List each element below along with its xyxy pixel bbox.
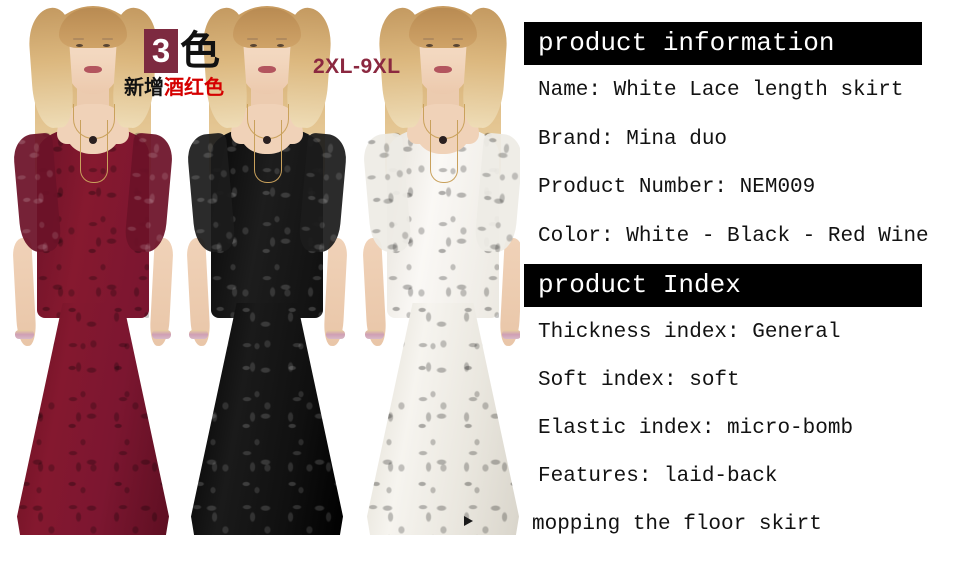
info-line-thickness-index: Thickness index: General <box>538 321 841 344</box>
eye-right <box>453 44 460 47</box>
info-line-soft-index: Soft index: soft <box>538 369 740 392</box>
info-line-name: Name: White Lace length skirt <box>538 79 904 102</box>
bracelet-right <box>502 330 520 339</box>
necklace-long <box>254 120 282 183</box>
mouth <box>434 66 452 73</box>
necklace-pendant <box>89 136 97 144</box>
eye-left <box>426 44 433 47</box>
mouth <box>84 66 102 73</box>
info-line-product-number: Product Number: NEM009 <box>538 176 816 199</box>
section-heading-product-index: product Index <box>524 264 922 307</box>
bracelet-right <box>152 330 171 339</box>
eyebrow-right <box>452 38 463 40</box>
lace-texture-skirt <box>191 303 343 535</box>
info-line-features: Features: laid-back <box>538 465 778 488</box>
bracelet-left <box>15 330 34 339</box>
eye-left <box>250 44 257 47</box>
model-figure-white <box>348 0 520 535</box>
new-color-prefix: 新增 <box>124 77 164 99</box>
info-line-brand: Brand: Mina duo <box>538 128 728 151</box>
necklace-long <box>80 120 108 183</box>
lace-texture-skirt <box>17 303 169 535</box>
section-heading-product-information: product information <box>524 22 922 65</box>
necklace-pendant <box>439 136 447 144</box>
bracelet-left <box>189 330 208 339</box>
info-line-elastic-index: Elastic index: micro-bomb <box>538 417 854 440</box>
product-photo-panel: 3 色 新增酒红色 2XL-9XL <box>0 0 520 567</box>
necklace-pendant <box>263 136 271 144</box>
maxi-skirt <box>17 303 169 535</box>
info-line-features-continued: mopping the floor skirt <box>532 513 822 536</box>
info-line-color: Color: White - Black - Red Wine <box>538 225 929 248</box>
necklace-long <box>430 120 458 183</box>
product-detail-image: 3 色 新增酒红色 2XL-9XL product information Na… <box>0 0 960 567</box>
size-range-label: 2XL-9XL <box>313 55 401 78</box>
maxi-skirt <box>191 303 343 535</box>
eyebrow-left <box>247 38 258 40</box>
eye-right <box>277 44 284 47</box>
play-triangle-icon <box>464 516 473 526</box>
eye-right <box>103 44 110 47</box>
bracelet-right <box>326 330 345 339</box>
new-color-note: 新增酒红色 <box>124 76 224 100</box>
color-count-badge: 3 <box>144 29 178 73</box>
eyebrow-left <box>423 38 434 40</box>
eyebrow-right <box>102 38 113 40</box>
eyebrow-left <box>73 38 84 40</box>
mouth <box>258 66 276 73</box>
lace-texture-skirt <box>367 303 519 535</box>
maxi-skirt <box>367 303 519 535</box>
color-count-unit: 色 <box>180 29 220 73</box>
new-color-highlight: 酒红色 <box>164 77 224 99</box>
bracelet-left <box>365 330 384 339</box>
product-info-panel: product information Name: White Lace len… <box>520 0 960 567</box>
eye-left <box>76 44 83 47</box>
eyebrow-right <box>276 38 287 40</box>
